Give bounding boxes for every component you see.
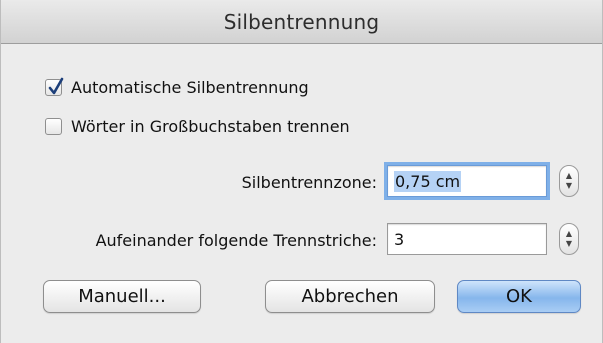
auto-hyphenation-option[interactable]: Automatische Silbentrennung (45, 77, 309, 97)
consecutive-label: Aufeinander folgende Trennstriche: (95, 231, 377, 250)
consecutive-value: 3 (394, 229, 405, 249)
zone-value: 0,75 cm (394, 170, 462, 192)
dialog-title: Silbentrennung (223, 9, 380, 34)
zone-stepper[interactable]: ▲ ▼ (559, 165, 579, 197)
ok-button[interactable]: OK (457, 280, 581, 313)
stepper-up-icon[interactable]: ▲ (566, 229, 572, 239)
manual-button[interactable]: Manuell... (43, 280, 201, 313)
auto-hyphenation-checkbox[interactable] (45, 77, 64, 96)
cancel-button[interactable]: Abbrechen (265, 280, 435, 313)
zone-label: Silbentrennzone: (241, 173, 377, 192)
checkmark-icon (48, 77, 64, 95)
zone-input[interactable]: 0,75 cm (384, 162, 550, 200)
stepper-up-icon[interactable]: ▲ (566, 171, 572, 181)
title-bar[interactable]: Silbentrennung (1, 0, 602, 44)
caps-hyphenation-option[interactable]: Wörter in Großbuchstaben trennen (45, 117, 350, 136)
caps-hyphenation-checkbox[interactable] (45, 118, 62, 135)
stepper-down-icon[interactable]: ▼ (566, 239, 572, 249)
consecutive-stepper[interactable]: ▲ ▼ (559, 223, 579, 255)
consecutive-input[interactable]: 3 (387, 223, 547, 255)
auto-hyphenation-label: Automatische Silbentrennung (71, 78, 309, 97)
stepper-down-icon[interactable]: ▼ (566, 181, 572, 191)
caps-hyphenation-label: Wörter in Großbuchstaben trennen (71, 117, 350, 136)
hyphenation-dialog: Silbentrennung Automatische Silbentrennu… (0, 0, 603, 343)
